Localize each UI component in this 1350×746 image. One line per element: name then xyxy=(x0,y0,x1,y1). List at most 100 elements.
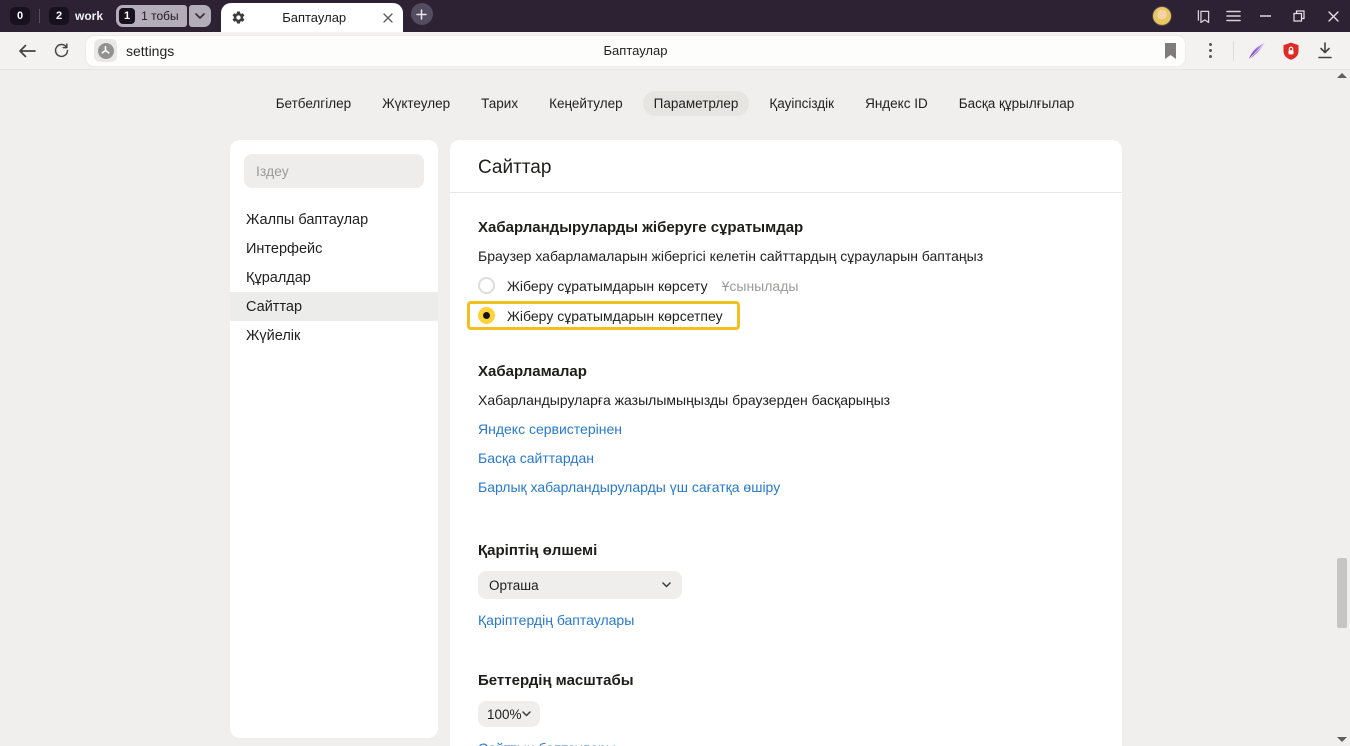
toolbar-divider xyxy=(1233,41,1234,61)
section-heading-font-size: Қаріптің өлшемі xyxy=(478,542,1094,559)
site-icon-chip[interactable] xyxy=(94,39,117,62)
tab-settings[interactable]: Параметрлер xyxy=(643,91,750,116)
link-yandex-services[interactable]: Яндекс сервистерінен xyxy=(478,421,622,437)
omnibox-page-title: Баптаулар xyxy=(86,43,1185,58)
window-minimize-button[interactable] xyxy=(1248,0,1282,32)
minimize-icon xyxy=(1260,15,1271,17)
link-site-settings[interactable]: Сайттың баптаулары xyxy=(478,740,616,746)
profile-avatar[interactable] xyxy=(1152,6,1172,26)
tab-extensions[interactable]: Кеңейтулер xyxy=(538,91,634,116)
section-description: Браузер хабарламаларын жібергісі келетін… xyxy=(478,248,1094,264)
reload-icon xyxy=(53,42,70,59)
sidebar-item-tools[interactable]: Құралдар xyxy=(230,263,438,292)
section-heading-notification-requests: Хабарландыруларды жіберуге сұратымдар xyxy=(478,219,1094,236)
settings-page: Бетбелгілер Жүктеулер Тарих Кеңейтулер П… xyxy=(0,70,1350,746)
plus-icon xyxy=(416,9,427,20)
tab-title: Баптаулар xyxy=(246,10,383,25)
page-zoom-select[interactable]: 100% xyxy=(478,701,540,727)
search-input[interactable] xyxy=(244,154,424,188)
link-other-sites[interactable]: Басқа сайттардан xyxy=(478,450,594,466)
browser-window: 0 2 work 1 1 тобы Баптаулар xyxy=(0,0,1350,746)
link-font-settings[interactable]: Қаріптердің баптаулары xyxy=(478,612,634,628)
section-description: Хабарландыруларға жазылымыңызды браузерд… xyxy=(478,392,1094,408)
browser-tab-settings[interactable]: Баптаулар xyxy=(221,3,403,32)
bookmark-button[interactable] xyxy=(1164,43,1177,59)
tab-group-work-badge[interactable]: 2 xyxy=(49,7,69,25)
scrollbar-up-arrow-icon[interactable] xyxy=(1337,73,1347,78)
titlebar-controls xyxy=(1152,0,1350,32)
tab-other-devices[interactable]: Басқа құрылғылар xyxy=(948,91,1086,116)
section-heading-notifications: Хабарламалар xyxy=(478,363,1094,380)
scrollbar-down-arrow-icon[interactable] xyxy=(1337,737,1347,742)
settings-sidebar: Жалпы баптаулар Интерфейс Құралдар Сайтт… xyxy=(230,140,438,738)
select-value: 100% xyxy=(487,707,522,722)
highlighted-option-box: Жіберу сұратымдарын көрсетпеу xyxy=(467,301,740,330)
downloads-button[interactable] xyxy=(1310,36,1340,66)
browser-menu-button[interactable] xyxy=(1218,0,1248,32)
select-value: Орташа xyxy=(489,578,539,593)
back-arrow-icon xyxy=(18,44,36,58)
feather-icon xyxy=(1246,40,1268,62)
new-tab-button[interactable] xyxy=(411,3,433,25)
titlebar-divider xyxy=(39,9,40,23)
restore-icon xyxy=(1293,10,1305,22)
address-bar-actions xyxy=(1195,36,1340,66)
bookmarks-panel-button[interactable] xyxy=(1188,0,1218,32)
radio-label[interactable]: Жіберу сұратымдарын көрсету xyxy=(507,278,708,294)
page-title: Сайттар xyxy=(478,157,1094,179)
font-size-select[interactable]: Орташа xyxy=(478,571,682,599)
reload-button[interactable] xyxy=(44,34,78,68)
tab-bookmarks[interactable]: Бетбелгілер xyxy=(265,91,362,116)
close-icon xyxy=(1328,11,1339,22)
radio-option-hide-requests[interactable]: Жіберу сұратымдарын көрсетпеу xyxy=(478,307,723,324)
gear-icon xyxy=(231,10,246,25)
active-tab-group: 1 1 тобы xyxy=(116,5,211,27)
radio-option-show-requests[interactable]: Жіберу сұратымдарын көрсету Ұсынылады xyxy=(478,277,1094,294)
active-group-label: 1 тобы xyxy=(141,9,179,23)
chevron-down-icon xyxy=(195,13,205,19)
back-button[interactable] xyxy=(10,34,44,68)
sidebar-item-sites[interactable]: Сайттар xyxy=(230,292,438,321)
sidebar-item-system[interactable]: Жүйелік xyxy=(230,321,438,350)
active-group-badge: 1 xyxy=(119,8,135,24)
tab-group-zero[interactable]: 0 xyxy=(10,7,30,25)
tab-security[interactable]: Қауіпсіздік xyxy=(758,91,845,116)
recommended-note: Ұсынылады xyxy=(722,278,799,294)
chevron-down-icon xyxy=(662,582,671,588)
feather-extension-button[interactable] xyxy=(1242,36,1272,66)
settings-nav-tabs: Бетбелгілер Жүктеулер Тарих Кеңейтулер П… xyxy=(0,91,1350,116)
scrollbar-thumb[interactable] xyxy=(1337,558,1347,628)
bookmarks-panel-icon xyxy=(1195,8,1212,25)
shield-lock-icon xyxy=(1281,41,1301,61)
yandex-browser-icon xyxy=(98,43,114,59)
radio-selected-icon[interactable] xyxy=(478,307,495,324)
page-scrollbar[interactable] xyxy=(1333,70,1350,746)
section-heading-page-zoom: Беттердің масштабы xyxy=(478,672,1094,689)
link-mute-all-notifications[interactable]: Барлық хабарландыруларды үш сағатқа өшір… xyxy=(478,479,780,495)
sidebar-item-interface[interactable]: Интерфейс xyxy=(230,234,438,263)
tab-history[interactable]: Тарих xyxy=(470,91,529,116)
chevron-down-icon xyxy=(522,711,531,717)
sidebar-items: Жалпы баптаулар Интерфейс Құралдар Сайтт… xyxy=(230,205,438,350)
radio-label[interactable]: Жіберу сұратымдарын көрсетпеу xyxy=(507,308,723,324)
titlebar: 0 2 work 1 1 тобы Баптаулар xyxy=(0,0,1350,32)
window-restore-button[interactable] xyxy=(1282,0,1316,32)
content-header: Сайттар xyxy=(450,140,1122,193)
active-tab-group-pill[interactable]: 1 1 тобы xyxy=(116,5,187,27)
more-options-button[interactable] xyxy=(1195,36,1225,66)
tab-downloads[interactable]: Жүктеулер xyxy=(371,91,461,116)
tab-close-button[interactable] xyxy=(383,13,393,23)
radio-unselected-icon[interactable] xyxy=(478,277,495,294)
tab-group-chevron-button[interactable] xyxy=(189,5,211,27)
omnibox[interactable]: settings Баптаулар xyxy=(86,36,1185,66)
download-icon xyxy=(1317,42,1333,59)
bookmark-flag-icon xyxy=(1164,43,1177,59)
hamburger-icon xyxy=(1226,10,1241,22)
tab-yandex-id[interactable]: Яндекс ID xyxy=(854,91,939,116)
sidebar-item-general[interactable]: Жалпы баптаулар xyxy=(230,205,438,234)
url-text[interactable]: settings xyxy=(126,43,174,59)
tab-groups: 0 2 work 1 1 тобы xyxy=(0,0,211,32)
tab-group-work-label[interactable]: work xyxy=(75,9,103,23)
window-close-button[interactable] xyxy=(1316,0,1350,32)
adblock-extension-button[interactable] xyxy=(1276,36,1306,66)
